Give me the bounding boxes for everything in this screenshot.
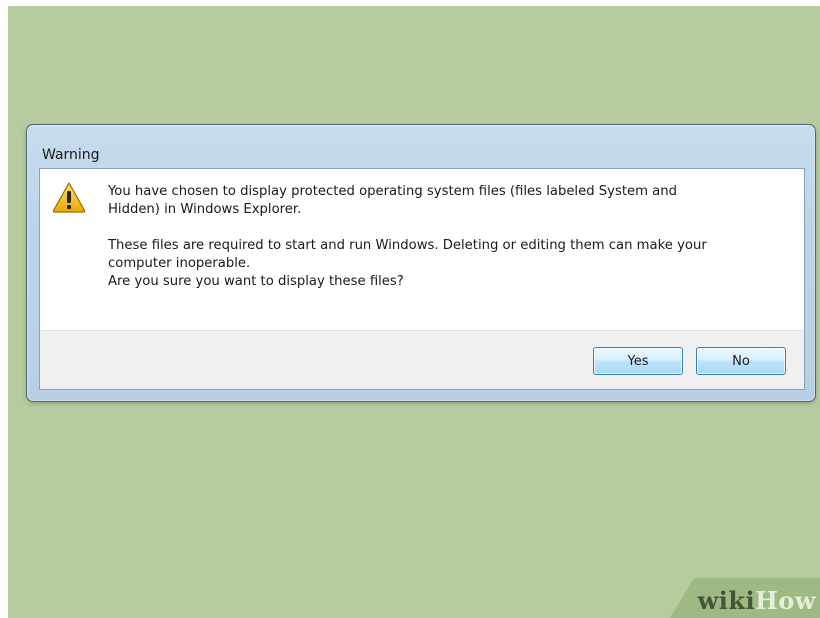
title-bar[interactable]: Warning — [27, 125, 815, 167]
dialog-title: Warning — [42, 147, 100, 163]
watermark-how-text: How — [755, 586, 816, 615]
no-button[interactable]: No — [696, 347, 786, 375]
warning-dialog: Warning You have chosen to display prote… — [26, 124, 816, 402]
warning-icon — [52, 182, 86, 213]
dialog-client-area: You have chosen to display protected ope… — [39, 168, 805, 390]
message-line: computer inoperable. — [108, 256, 251, 271]
watermark-wiki-text: wiki — [697, 586, 756, 615]
desktop-background: Warning You have chosen to display prote… — [8, 6, 820, 618]
yes-button[interactable]: Yes — [593, 347, 683, 375]
wikihow-watermark: wikiHow — [670, 578, 820, 618]
message-line: You have chosen to display protected ope… — [108, 184, 677, 199]
message-line: Are you sure you want to display these f… — [108, 274, 404, 289]
dialog-message: You have chosen to display protected ope… — [108, 183, 774, 291]
dialog-button-area: Yes No — [40, 330, 804, 389]
dialog-content: You have chosen to display protected ope… — [40, 169, 804, 330]
message-line: These files are required to start and ru… — [108, 238, 707, 253]
message-line: Hidden) in Windows Explorer. — [108, 202, 302, 217]
